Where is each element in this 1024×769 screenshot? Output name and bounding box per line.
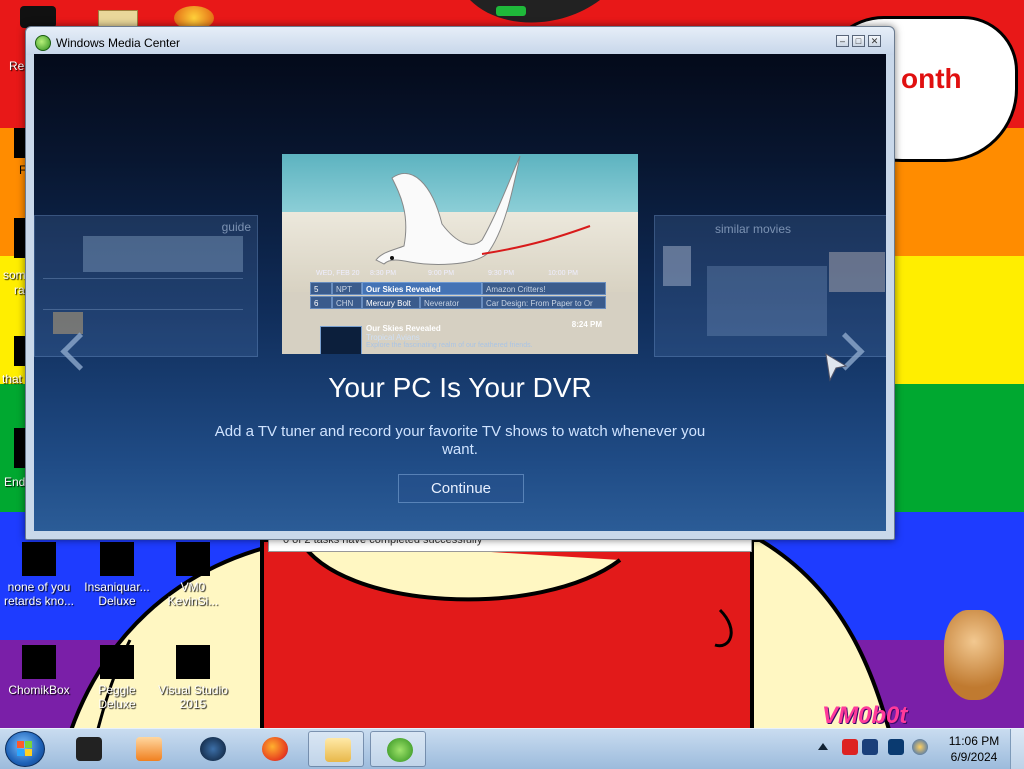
close-button[interactable]: ✕ [868, 35, 881, 47]
show-desktop-button[interactable] [1010, 729, 1024, 769]
guide-next-show: Amazon Critters! [482, 282, 606, 295]
similar-movies-label: similar movies [715, 222, 792, 236]
guide-show: Mercury Bolt [362, 296, 420, 309]
taskbar-app-1[interactable] [60, 731, 116, 767]
media-center-window[interactable]: Windows Media Center – □ ✕ guide similar… [25, 26, 895, 540]
blocked-icon [176, 542, 210, 576]
left-edge-label-6[interactable]: End [4, 475, 25, 489]
window-title: Windows Media Center [56, 36, 181, 50]
taskbar-app-media-player[interactable] [120, 731, 176, 767]
movie-list-preview [707, 266, 827, 336]
blocked-icon [176, 645, 210, 679]
left-edge-label-5[interactable]: that [2, 372, 22, 386]
blocked-icon [22, 645, 56, 679]
guide-date: WED, FEB 20 [316, 270, 360, 277]
desktop-icon-none-of-you[interactable]: none of you retards kno... [2, 542, 76, 608]
guide-channel-name: NPT [332, 282, 362, 295]
desktop-icon-vm0[interactable]: VM0 KevinSi... [156, 542, 230, 608]
guide-panel-label: guide [221, 220, 251, 234]
movie-poster-preview [663, 246, 691, 286]
desktop-icon-label: VM0 KevinSi... [167, 580, 219, 608]
windows-logo-icon [17, 741, 32, 756]
globe-icon [200, 737, 226, 761]
desktop-icon-label: Insaniquar... Deluxe [84, 580, 150, 608]
media-center-icon [35, 35, 51, 51]
guide-row: 5 NPT Our Skies Revealed Amazon Critters… [310, 282, 606, 295]
media-center-content: guide similar movies WED, FEB 20 8:30 PM… [34, 54, 886, 531]
feature-headline: Your PC Is Your DVR [328, 372, 592, 403]
minimize-button[interactable]: – [836, 35, 849, 47]
clock-date: 6/9/2024 [950, 750, 998, 764]
network-icon[interactable] [862, 739, 878, 755]
signature-text: VM0b0t [822, 702, 908, 729]
taskbar-app-3[interactable] [184, 731, 240, 767]
desktop-icon-label: ChomikBox [8, 683, 70, 697]
guide-show-2: Neverator [420, 296, 482, 309]
guide-channel-name: CHN [332, 296, 362, 309]
guide-info-time: 8:24 PM [571, 320, 602, 329]
guide-info-subtitle: Tropical Avians [366, 333, 420, 342]
desktop-icon-chomikbox[interactable]: ChomikBox [2, 645, 76, 697]
guide-lines-preview [43, 278, 243, 310]
desktop-icon-visual-studio[interactable]: Visual Studio 2015 [156, 645, 230, 711]
guide-time-3: 9:30 PM [488, 270, 515, 277]
desktop-icon-peggle[interactable]: Peggle Deluxe [80, 645, 154, 711]
taskbar-clock[interactable]: 11:06 PM 6/9/2024 [944, 733, 1004, 765]
update-icon[interactable] [912, 739, 928, 755]
window-titlebar[interactable]: Windows Media Center – □ ✕ [26, 27, 894, 55]
guide-info-desc: Explore the fascinating realm of our fea… [366, 342, 533, 349]
taskbar-app-media-center[interactable] [370, 731, 426, 767]
taskbar-app-explorer[interactable] [308, 731, 364, 767]
system-tray [816, 729, 944, 769]
start-button[interactable] [5, 731, 45, 767]
desktop-icon-label: Visual Studio 2015 [158, 683, 228, 711]
dark-box-icon [76, 737, 102, 761]
guide-channel-num: 5 [310, 282, 332, 295]
desktop-icon-insaniquarium[interactable]: Insaniquar... Deluxe [80, 542, 154, 608]
folder-icon [325, 738, 351, 762]
dvr-preview-image: WED, FEB 20 8:30 PM 9:00 PM 9:30 PM 10:0… [282, 154, 638, 354]
firefox-icon [262, 737, 288, 761]
feature-description: Add a TV tuner and record your favorite … [214, 423, 706, 458]
media-player-icon [136, 737, 162, 761]
continue-button[interactable]: Continue [398, 474, 524, 503]
blocked-icon [100, 542, 134, 576]
left-edge-label-4[interactable]: ra [14, 283, 25, 297]
guide-overlay: WED, FEB 20 8:30 PM 9:00 PM 9:30 PM 10:0… [310, 270, 606, 354]
guide-thumb-preview [53, 312, 83, 334]
movie-poster-strip [829, 252, 885, 292]
show-thumbnail [320, 326, 362, 354]
media-center-taskbar-icon [387, 738, 413, 762]
action-center-icon[interactable] [842, 739, 858, 755]
guide-show: Our Skies Revealed [362, 282, 482, 295]
desktop-icon-label: Peggle Deluxe [98, 683, 136, 711]
guide-time-4: 10:00 PM [548, 270, 578, 277]
green-blob [496, 6, 526, 16]
guide-info-title: Our Skies Revealed [366, 324, 441, 333]
desktop-icon-top-1[interactable] [20, 6, 56, 28]
desktop-icon-label: none of you retards kno... [3, 580, 75, 608]
speech-bubble-text: onth [901, 63, 962, 94]
guide-row: 6 CHN Mercury Bolt Neverator Car Design:… [310, 296, 606, 309]
left-edge-label-3[interactable]: som [3, 268, 26, 282]
taskbar-app-firefox[interactable] [246, 731, 302, 767]
guide-time-row: WED, FEB 20 8:30 PM 9:00 PM 9:30 PM 10:0… [310, 270, 606, 280]
blocked-icon [22, 542, 56, 576]
guide-time-1: 8:30 PM [370, 270, 397, 277]
guide-grid-preview [83, 236, 243, 272]
maximize-button[interactable]: □ [852, 35, 865, 47]
guide-channel-num: 6 [310, 296, 332, 309]
guide-time-2: 9:00 PM [428, 270, 455, 277]
clock-time: 11:06 PM [948, 734, 1000, 748]
blocked-icon [100, 645, 134, 679]
guide-panel-preview[interactable]: guide [34, 215, 258, 357]
speaker-icon[interactable] [888, 739, 904, 755]
taskbar: 11:06 PM 6/9/2024 [0, 728, 1024, 769]
show-hidden-icons-button[interactable] [818, 743, 828, 750]
guide-next-show: Car Design: From Paper to Or [482, 296, 606, 309]
hamster-image [944, 610, 1004, 700]
guide-info-panel: Our Skies Revealed 8:24 PM Tropical Avia… [310, 314, 606, 354]
similar-movies-panel-preview[interactable]: similar movies [654, 215, 886, 357]
